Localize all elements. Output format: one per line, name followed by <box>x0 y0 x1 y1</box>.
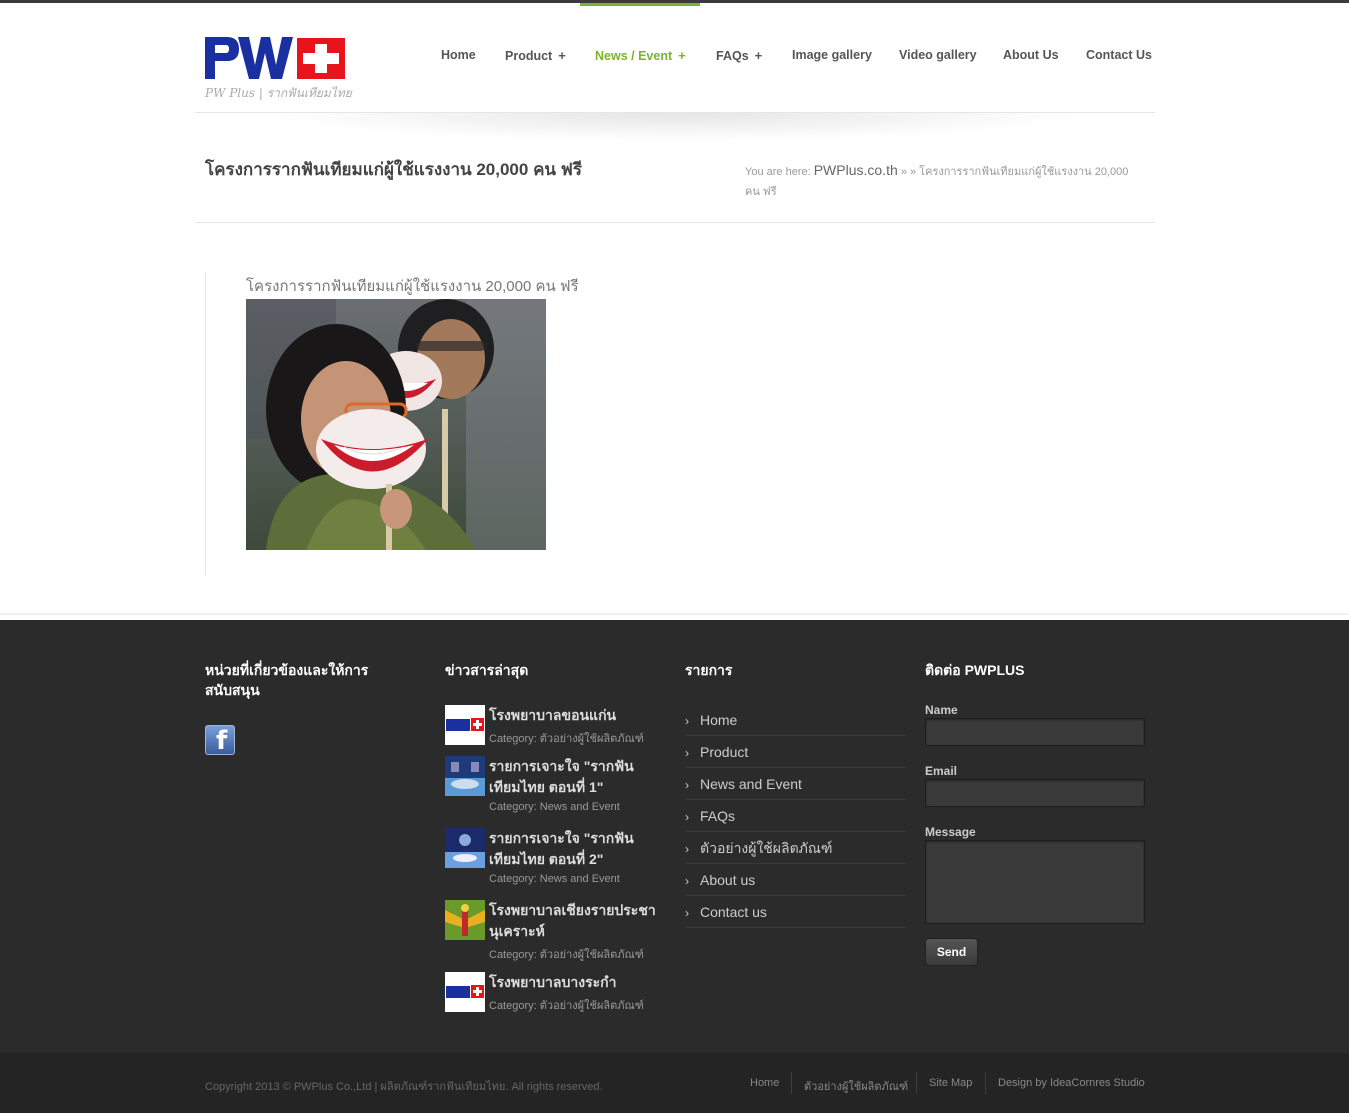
news-thumb-tv <box>445 756 485 796</box>
name-label: Name <box>925 703 958 717</box>
site-logo[interactable] <box>205 37 345 79</box>
footer-menu-home[interactable]: › Home <box>685 704 905 736</box>
chevron-right-icon: › <box>685 906 689 920</box>
nav-home[interactable]: Home <box>441 48 476 62</box>
footer-menu-heading: รายการ <box>685 662 733 678</box>
site-tagline: PW Plus | รากฟันเทียมไทย <box>205 86 352 100</box>
nav-news-event[interactable]: News / Event + <box>595 48 686 63</box>
expand-plus-icon: + <box>558 48 566 63</box>
main-nav: Home Product + News / Event + FAQs + Image … <box>420 0 1165 70</box>
footer-menu-news-event[interactable]: › News and Event <box>685 768 905 800</box>
send-button[interactable]: Send <box>925 938 978 966</box>
news-title[interactable]: โรงพยาบาลขอนแก่น <box>489 705 659 726</box>
news-title[interactable]: โรงพยาบาลเชียงรายประชานุเคราะห์ <box>489 900 659 942</box>
bottom-separator <box>791 1072 792 1094</box>
chevron-right-icon: › <box>685 778 689 792</box>
news-title[interactable]: โรงพยาบาลบางระกำ <box>489 972 659 993</box>
footer-supporters-heading: หน่วยที่เกี่ยวข้องและให้การสนับสนุน <box>205 662 369 698</box>
news-category: Category: News and Event <box>489 873 620 885</box>
news-thumb-emblem <box>445 900 485 940</box>
nav-video-gallery[interactable]: Video gallery <box>899 48 977 62</box>
footer-contact-heading: ติดต่อ PWPLUS <box>925 662 1025 678</box>
news-title[interactable]: รายการเจาะใจ "รากฟันเทียมไทย ตอนที่ 2" <box>489 828 659 870</box>
footer-menu-contact[interactable]: › Contact us <box>685 896 905 928</box>
news-category: Category: ตัวอย่างผู้ใช้ผลิตภัณฑ์ <box>489 1000 644 1012</box>
name-field[interactable] <box>925 718 1145 746</box>
breadcrumb-prefix: You are here: <box>745 166 811 178</box>
news-thumb-tv <box>445 828 485 868</box>
post-photo <box>246 299 546 550</box>
news-thumb-logo <box>445 705 485 745</box>
bottom-separator <box>985 1072 986 1094</box>
message-label: Message <box>925 825 976 839</box>
bottom-link-design-credit[interactable]: Design by IdeaCornres Studio <box>998 1077 1145 1089</box>
page-title: โครงการรากฟันเทียมแก่ผู้ใช้แรงงาน 20,000… <box>205 160 582 179</box>
footer-menu-faqs[interactable]: › FAQs <box>685 800 905 832</box>
header-shadow <box>260 113 1090 141</box>
chevron-right-icon: › <box>685 842 689 856</box>
breadcrumb: You are here: PWPlus.co.th » » โครงการรา… <box>745 160 1145 202</box>
bottom-separator <box>916 1072 917 1094</box>
nav-product[interactable]: Product + <box>505 48 566 63</box>
bottom-link-home[interactable]: Home <box>750 1077 779 1089</box>
chevron-right-icon: › <box>685 714 689 728</box>
expand-plus-icon: + <box>754 48 763 63</box>
footer-menu: › Home › Product › News and Event › FAQs › ตั… <box>685 704 905 928</box>
footer <box>0 620 1349 1053</box>
news-title[interactable]: รายการเจาะใจ "รากฟันเทียมไทย ตอนที่ 1" <box>489 756 659 798</box>
footer-bottom-links: Home ตัวอย่างผู้ใช้ผลิตภัณฑ์ Site Map De… <box>740 1072 1150 1096</box>
expand-plus-icon: + <box>678 48 686 63</box>
nav-image-gallery[interactable]: Image gallery <box>792 48 872 62</box>
email-field[interactable] <box>925 779 1145 807</box>
bottom-link-examples[interactable]: ตัวอย่างผู้ใช้ผลิตภัณฑ์ <box>804 1077 908 1095</box>
footer-latest-news-heading: ข่าวสารล่าสุด <box>445 662 529 678</box>
news-category: Category: News and Event <box>489 801 620 813</box>
news-category: Category: ตัวอย่างผู้ใช้ผลิตภัณฑ์ <box>489 949 644 961</box>
email-label: Email <box>925 764 958 778</box>
chevron-right-icon: › <box>685 746 689 760</box>
bottom-link-sitemap[interactable]: Site Map <box>929 1077 972 1089</box>
copyright-text: Copyright 2013 © PWPlus Co.,Ltd | ผลิตภั… <box>205 1081 603 1093</box>
footer-menu-examples[interactable]: › ตัวอย่างผู้ใช้ผลิตภัณฑ์ <box>685 832 905 864</box>
news-thumb-logo <box>445 972 485 1012</box>
footer-menu-about[interactable]: › About us <box>685 864 905 896</box>
chevron-right-icon: › <box>685 874 689 888</box>
nav-contact-us[interactable]: Contact Us <box>1086 48 1152 62</box>
chevron-right-icon: › <box>685 810 689 824</box>
nav-about-us[interactable]: About Us <box>1003 48 1059 62</box>
breadcrumb-separator: » » <box>900 166 917 178</box>
post-heading[interactable]: โครงการรากฟันเทียมแก่ผู้ใช้แรงงาน 20,000… <box>246 274 579 298</box>
facebook-icon[interactable]: f <box>205 725 235 756</box>
title-divider <box>195 222 1155 223</box>
post-left-border <box>205 272 206 575</box>
breadcrumb-home-link[interactable]: PWPlus.co.th <box>814 162 898 178</box>
footer-top-divider <box>0 613 1349 615</box>
nav-faqs[interactable]: FAQs + <box>716 48 762 63</box>
news-category: Category: ตัวอย่างผู้ใช้ผลิตภัณฑ์ <box>489 733 644 745</box>
footer-menu-product[interactable]: › Product <box>685 736 905 768</box>
message-textarea[interactable] <box>925 840 1145 924</box>
